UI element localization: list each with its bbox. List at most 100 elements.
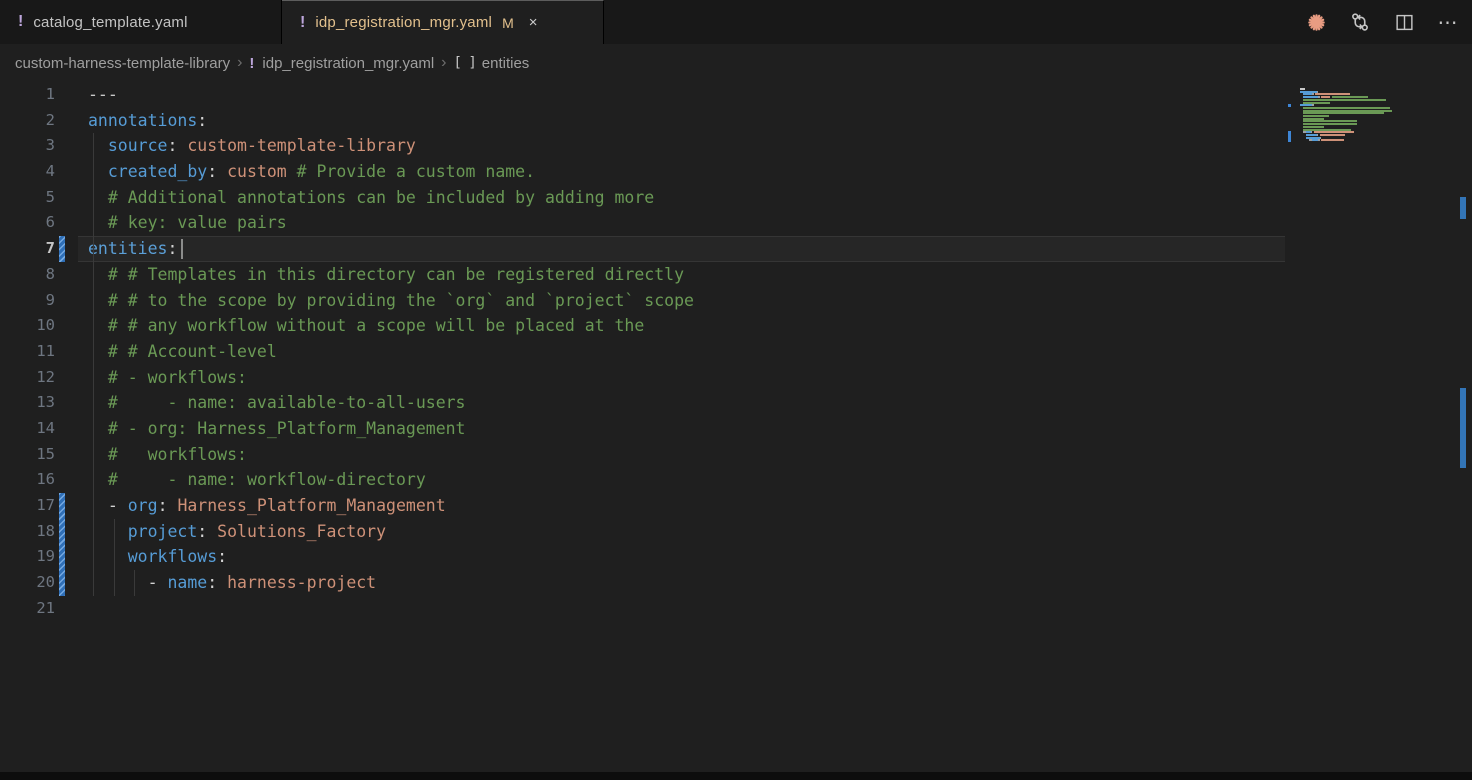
code-line-text[interactable]: - org: Harness_Platform_Management: [88, 493, 446, 519]
breadcrumb: custom-harness-template-library › ! idp_…: [0, 44, 1472, 82]
code-line-text[interactable]: # key: value pairs: [88, 210, 287, 236]
whitespace: [88, 162, 108, 181]
line-number[interactable]: 6: [0, 210, 55, 236]
minimap-token: [1320, 137, 1322, 139]
code-line-text[interactable]: - name: harness-project: [88, 570, 376, 596]
minimap-token: [1303, 120, 1357, 122]
indent-guide: [114, 519, 115, 596]
code-line: 16 # - name: workflow-directory: [0, 467, 1285, 493]
line-number[interactable]: 18: [0, 519, 55, 545]
minimap-token: [1303, 96, 1318, 98]
line-number[interactable]: 5: [0, 185, 55, 211]
code-token: workflows: [128, 547, 217, 566]
line-number[interactable]: 2: [0, 108, 55, 134]
minimap-line: [1300, 107, 1400, 109]
code-line-text[interactable]: # # Templates in this directory can be r…: [88, 262, 684, 288]
minimap-token: [1303, 115, 1329, 117]
line-number[interactable]: 13: [0, 390, 55, 416]
code-line-text[interactable]: ---: [88, 82, 118, 108]
editor-pane: 1 --- 2 annotations: 3 source: custom-templa…: [0, 82, 1472, 772]
line-number[interactable]: 17: [0, 493, 55, 519]
code-line-text[interactable]: # - name: workflow-directory: [88, 467, 426, 493]
minimap-token: [1306, 134, 1317, 136]
line-number[interactable]: 9: [0, 288, 55, 314]
code-token: :: [197, 111, 207, 130]
minimap-token: [1312, 104, 1314, 106]
code-token: # - workflows:: [108, 368, 247, 387]
code-line: 9 # # to the scope by providing the `org…: [0, 288, 1285, 314]
line-number[interactable]: 8: [0, 262, 55, 288]
code-line: 13 # - name: available-to-all-users: [0, 390, 1285, 416]
line-number[interactable]: 7: [0, 236, 55, 262]
minimap-token: [1300, 88, 1305, 90]
line-number[interactable]: 11: [0, 339, 55, 365]
split-editor-icon[interactable]: [1394, 12, 1414, 32]
modified-badge: M: [502, 15, 514, 31]
whitespace: [217, 162, 227, 181]
whitespace: [207, 522, 217, 541]
breadcrumb-symbol-entities[interactable]: entities: [482, 55, 530, 72]
ruler-modified-mark: [1460, 388, 1466, 468]
minimap-token: [1303, 93, 1312, 95]
line-number[interactable]: 16: [0, 467, 55, 493]
line-number[interactable]: 10: [0, 313, 55, 339]
tab-close-icon[interactable]: ×: [526, 13, 541, 32]
indent-guide: [93, 133, 94, 596]
code-line-text[interactable]: annotations:: [88, 108, 207, 134]
code-line-text[interactable]: entities:: [88, 236, 177, 262]
line-number[interactable]: 14: [0, 416, 55, 442]
minimap-line: [1300, 110, 1400, 112]
breadcrumb-folder[interactable]: custom-harness-template-library: [15, 55, 230, 72]
minimap-line: [1300, 102, 1400, 104]
code-token: :: [217, 547, 227, 566]
compare-changes-icon[interactable]: [1350, 12, 1370, 32]
overview-ruler-scrollbar[interactable]: [1458, 82, 1472, 772]
more-actions-icon[interactable]: ⋯: [1438, 12, 1458, 32]
starburst-extension-icon[interactable]: [1306, 12, 1326, 32]
minimap[interactable]: [1290, 86, 1402, 236]
minimap-token: [1303, 99, 1386, 101]
minimap-line: [1300, 112, 1400, 114]
code-token: # # to the scope by providing the `org` …: [108, 291, 694, 310]
code-token: # Additional annotations can be included…: [108, 188, 654, 207]
minimap-line: [1300, 123, 1400, 125]
code-line-text[interactable]: # # any workflow without a scope will be…: [88, 313, 644, 339]
code-line-text[interactable]: source: custom-template-library: [88, 133, 416, 159]
tab-idp_registration_mgr.yaml[interactable]: !idp_registration_mgr.yamlM×: [282, 0, 604, 44]
minimap-modified-mark: [1288, 131, 1291, 142]
line-number[interactable]: 20: [0, 570, 55, 596]
code-line-text[interactable]: # - workflows:: [88, 365, 247, 391]
line-number[interactable]: 15: [0, 442, 55, 468]
code-line-text[interactable]: workflows:: [88, 544, 227, 570]
code-token: annotations: [88, 111, 197, 130]
code-line-text[interactable]: # # Account-level: [88, 339, 277, 365]
tab-catalog_template.yaml[interactable]: !catalog_template.yaml: [0, 0, 282, 44]
line-number[interactable]: 12: [0, 365, 55, 391]
code-line-text[interactable]: # - org: Harness_Platform_Management: [88, 416, 466, 442]
whitespace: [177, 136, 187, 155]
code-token: # Provide a custom name.: [297, 162, 535, 181]
code-line: 6 # key: value pairs: [0, 210, 1285, 236]
code-token: :: [158, 496, 168, 515]
line-number[interactable]: 19: [0, 544, 55, 570]
indent-guide: [134, 570, 135, 596]
minimap-token: [1306, 137, 1320, 139]
code-line-text[interactable]: created_by: custom # Provide a custom na…: [88, 159, 535, 185]
line-number[interactable]: 3: [0, 133, 55, 159]
line-number[interactable]: 21: [0, 596, 55, 622]
whitespace: [88, 291, 108, 310]
code-token: # key: value pairs: [108, 213, 287, 232]
line-number[interactable]: 1: [0, 82, 55, 108]
code-line-text[interactable]: # workflows:: [88, 442, 247, 468]
code-line-text[interactable]: # Additional annotations can be included…: [88, 185, 654, 211]
code-line-text[interactable]: project: Solutions_Factory: [88, 519, 386, 545]
code-line-text[interactable]: # # to the scope by providing the `org` …: [88, 288, 694, 314]
code-token: custom: [227, 162, 287, 181]
minimap-token: [1303, 129, 1351, 131]
minimap-token: [1300, 104, 1312, 106]
code-line: 11 # # Account-level: [0, 339, 1285, 365]
code-line-text[interactable]: # - name: available-to-all-users: [88, 390, 466, 416]
line-number[interactable]: 4: [0, 159, 55, 185]
breadcrumb-file[interactable]: idp_registration_mgr.yaml: [262, 55, 434, 72]
whitespace: [88, 213, 108, 232]
